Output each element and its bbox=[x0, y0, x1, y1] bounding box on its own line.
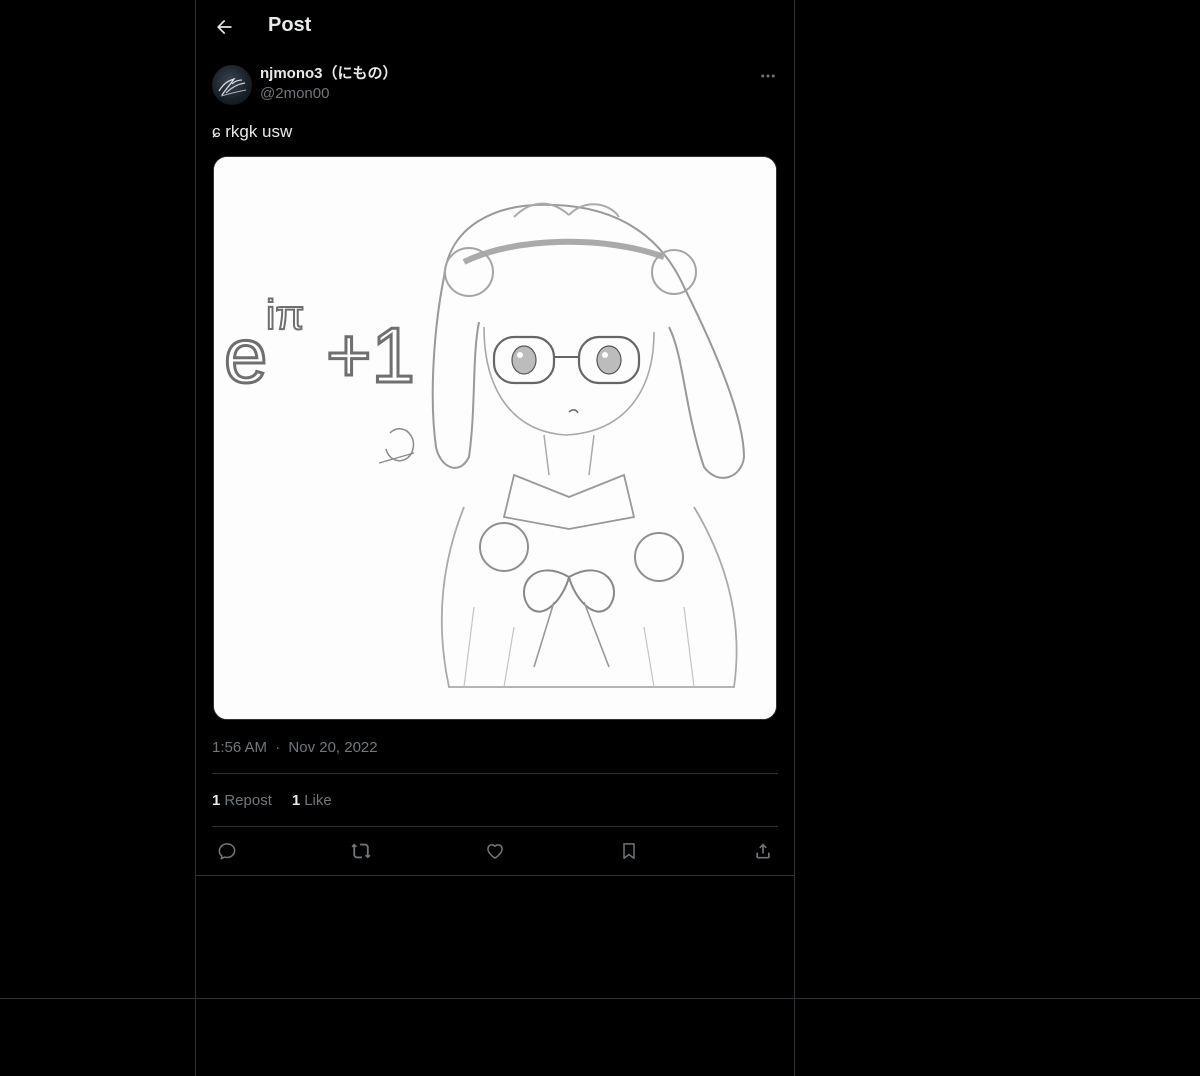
reply-icon bbox=[218, 843, 236, 860]
sketch-formula-suffix: +1 bbox=[326, 311, 415, 399]
pencil-sketch-drawing: e iπ +1 bbox=[214, 157, 776, 719]
bookmark-icon bbox=[623, 843, 635, 859]
share-icon bbox=[756, 843, 770, 859]
more-options-button[interactable] bbox=[756, 64, 780, 88]
likes-stat[interactable]: 1 Like bbox=[292, 791, 332, 811]
main-column: Post njmono3（にもの） @2mon00 ɕ rkgk usw e i… bbox=[195, 0, 795, 1076]
page-title: Post bbox=[268, 14, 312, 36]
bookmark-button[interactable] bbox=[614, 836, 644, 866]
post-header: Post bbox=[196, 0, 794, 54]
post-date[interactable]: Nov 20, 2022 bbox=[288, 739, 377, 756]
avatar[interactable] bbox=[212, 65, 252, 105]
author-handle[interactable]: @2mon00 bbox=[260, 84, 398, 104]
author-display-name[interactable]: njmono3（にもの） bbox=[260, 64, 398, 84]
avatar-image bbox=[218, 77, 247, 97]
reposts-stat[interactable]: 1 Repost bbox=[212, 791, 272, 811]
sketch-formula-superscript: iπ bbox=[266, 291, 304, 338]
repost-button[interactable] bbox=[346, 836, 376, 866]
reply-button[interactable] bbox=[212, 836, 242, 866]
like-button[interactable] bbox=[480, 836, 510, 866]
post-media-image[interactable]: e iπ +1 bbox=[213, 156, 777, 720]
back-button[interactable] bbox=[208, 11, 240, 43]
post-stats: 1 Repost 1 Like bbox=[212, 791, 332, 811]
post-author: njmono3（にもの） @2mon00 bbox=[212, 64, 780, 108]
sketch-formula-e: e bbox=[224, 311, 267, 399]
post-actions bbox=[212, 836, 778, 866]
divider bbox=[212, 773, 778, 774]
post-timestamp: 1:56 AM · Nov 20, 2022 bbox=[212, 738, 378, 758]
author-names: njmono3（にもの） @2mon00 bbox=[260, 64, 398, 104]
repost-icon bbox=[351, 843, 371, 859]
reposts-label: Repost bbox=[224, 792, 272, 809]
post-time[interactable]: 1:56 AM bbox=[212, 739, 267, 756]
divider bbox=[212, 826, 778, 827]
likes-label: Like bbox=[304, 792, 332, 809]
meta-separator: · bbox=[275, 739, 281, 756]
post-text: ɕ rkgk usw bbox=[212, 122, 293, 141]
page: Post njmono3（にもの） @2mon00 ɕ rkgk usw e i… bbox=[0, 0, 1200, 1076]
post-bottom-border bbox=[196, 875, 794, 876]
share-button[interactable] bbox=[748, 836, 778, 866]
heart-icon bbox=[487, 844, 503, 859]
likes-count: 1 bbox=[291, 792, 301, 809]
reposts-count: 1 bbox=[212, 792, 221, 809]
more-horizontal-icon bbox=[761, 74, 775, 78]
arrow-left-icon bbox=[217, 19, 232, 35]
bottom-divider bbox=[0, 998, 1200, 999]
